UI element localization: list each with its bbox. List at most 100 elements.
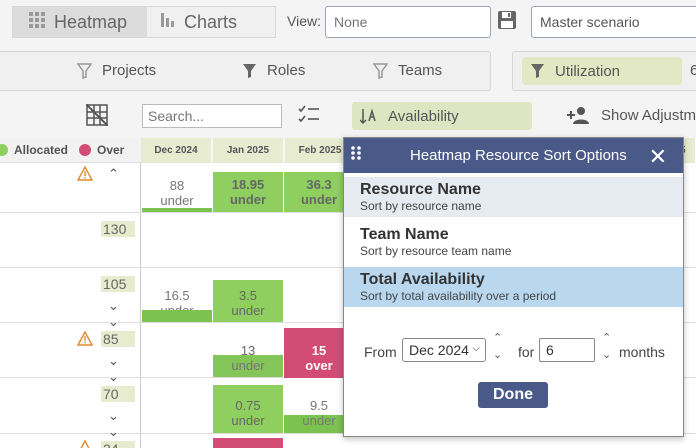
- cell-label: under: [160, 193, 194, 208]
- sort-option-team-name[interactable]: Team Name Sort by resource team name: [344, 222, 683, 262]
- month-header: Jan 2025: [213, 138, 284, 163]
- sort-az-icon: [360, 108, 376, 125]
- availability-badge: 24: [101, 441, 135, 448]
- tab-heatmap-label: Heatmap: [54, 11, 128, 32]
- availability-badge: 85: [101, 331, 135, 347]
- option-title: Total Availability: [360, 271, 485, 288]
- filter-teams-label: Teams: [398, 62, 443, 79]
- resource-column: [0, 163, 141, 448]
- for-label: for: [518, 344, 535, 360]
- option-subtitle: Sort by total availability over a period: [360, 289, 557, 303]
- option-subtitle: Sort by resource team name: [360, 244, 512, 258]
- month-header: Dec 2024: [141, 138, 212, 163]
- sort-options-dialog: Heatmap Resource Sort Options ✕ Resource…: [343, 137, 684, 437]
- from-label: From: [364, 344, 397, 360]
- chevron-expand-icon[interactable]: ⌄ ⌄: [108, 408, 119, 440]
- filter-bar: Projects Roles Teams: [0, 51, 491, 91]
- heatmap-cell[interactable]: [213, 438, 283, 448]
- legend-allocated: Allocated: [0, 143, 68, 157]
- month-down-icon[interactable]: ⌄: [493, 349, 502, 361]
- chevron-expand-icon[interactable]: ⌄ ⌄: [108, 298, 119, 330]
- sort-option-total-availability[interactable]: Total Availability Sort by total availab…: [344, 267, 683, 307]
- cell-value: 13: [240, 343, 256, 358]
- count-up-icon[interactable]: ⌃: [602, 332, 611, 344]
- list-check-icon[interactable]: [298, 105, 320, 130]
- warning-icon: [77, 439, 93, 448]
- dialog-header: Heatmap Resource Sort Options ✕: [344, 138, 683, 173]
- filter-outline-icon: [373, 62, 388, 79]
- heatmap-cell[interactable]: 18.95 under: [213, 172, 283, 212]
- tab-charts-label: Charts: [184, 11, 238, 32]
- over-dot: [79, 144, 91, 156]
- drag-handle-icon[interactable]: [350, 145, 362, 166]
- filter-outline-icon: [77, 62, 92, 79]
- cell-label: under: [231, 358, 265, 373]
- allocation-bar: [142, 310, 212, 322]
- heatmap-cell[interactable]: 0.75 under: [213, 385, 283, 433]
- save-icon[interactable]: [498, 11, 516, 29]
- sort-availability-label: Availability: [388, 107, 459, 125]
- cell-value: 16.5: [164, 288, 190, 303]
- count-down-icon[interactable]: ⌄: [602, 349, 611, 361]
- heatmap-cell-overlay: 13 under: [213, 343, 283, 373]
- grid-icon: [29, 11, 45, 33]
- cell-value: 88: [169, 178, 185, 193]
- cell-value: 0.75: [235, 398, 261, 413]
- legend-over: Over: [79, 143, 124, 157]
- cell-label: under: [231, 303, 265, 318]
- allocation-bar: [142, 208, 212, 212]
- filter-utilization[interactable]: Utilization: [522, 57, 682, 85]
- filter-teams[interactable]: Teams: [373, 62, 442, 79]
- sort-option-resource-name[interactable]: Resource Name Sort by resource name: [344, 177, 683, 217]
- utilization-extra: 6: [690, 62, 696, 79]
- months-label: months: [619, 344, 665, 360]
- bar-chart-icon: [161, 12, 175, 32]
- scenario-select[interactable]: Master scenario: [531, 6, 696, 38]
- cell-value: 3.5: [238, 288, 258, 303]
- filter-projects-label: Projects: [102, 62, 157, 79]
- tab-heatmap[interactable]: Heatmap: [13, 7, 147, 37]
- user-plus-icon: [567, 107, 589, 124]
- show-adjustments-label: Show Adjustme: [601, 106, 696, 124]
- cell-label: under: [229, 192, 267, 207]
- dialog-title: Heatmap Resource Sort Options: [410, 147, 627, 164]
- filter-solid-icon: [243, 63, 256, 78]
- grid-off-icon[interactable]: [85, 103, 109, 131]
- chevron-up-icon[interactable]: ⌃: [108, 166, 119, 182]
- availability-badge: 130: [101, 221, 135, 237]
- availability-badge: 70: [101, 386, 135, 402]
- done-button[interactable]: Done: [478, 382, 548, 408]
- month-up-icon[interactable]: ⌃: [493, 332, 502, 344]
- from-month-value: Dec 2024: [409, 342, 469, 358]
- availability-badge: 105: [101, 276, 135, 292]
- from-month-select[interactable]: Dec 2024 ⌵: [402, 338, 486, 362]
- months-count-input[interactable]: [539, 338, 595, 362]
- filter-solid-icon: [531, 64, 544, 78]
- allocated-dot: [0, 144, 8, 156]
- view-tabs: Heatmap Charts: [12, 6, 276, 38]
- chevron-down-icon: ⌵: [472, 343, 480, 354]
- filter-roles-label: Roles: [267, 62, 306, 79]
- filter-utilization-label: Utilization: [555, 62, 621, 80]
- view-label: View:: [287, 13, 321, 29]
- sort-availability-button[interactable]: Availability: [352, 102, 532, 130]
- filter-projects[interactable]: Projects: [77, 62, 156, 79]
- top-bar: Heatmap Charts View: Master scenario: [0, 0, 696, 44]
- cell-value: 18.95: [231, 177, 265, 192]
- heatmap-cell[interactable]: 88 under: [142, 178, 212, 208]
- search-input[interactable]: [142, 104, 282, 128]
- view-select[interactable]: [325, 6, 491, 38]
- cell-label: under: [231, 413, 265, 428]
- chevron-expand-icon[interactable]: ⌄ ⌄: [108, 353, 119, 385]
- heatmap-cell[interactable]: 3.5 under: [213, 280, 283, 322]
- warning-icon: [76, 165, 94, 186]
- option-title: Team Name: [360, 226, 449, 243]
- legend-allocated-label: Allocated: [14, 143, 69, 157]
- filter-roles[interactable]: Roles: [242, 62, 305, 79]
- show-adjustments-button[interactable]: Show Adjustme: [567, 106, 696, 124]
- tab-charts[interactable]: Charts: [147, 7, 275, 37]
- legend-over-label: Over: [97, 143, 125, 157]
- option-subtitle: Sort by resource name: [360, 199, 482, 213]
- option-title: Resource Name: [360, 181, 481, 198]
- close-icon[interactable]: ✕: [649, 144, 667, 170]
